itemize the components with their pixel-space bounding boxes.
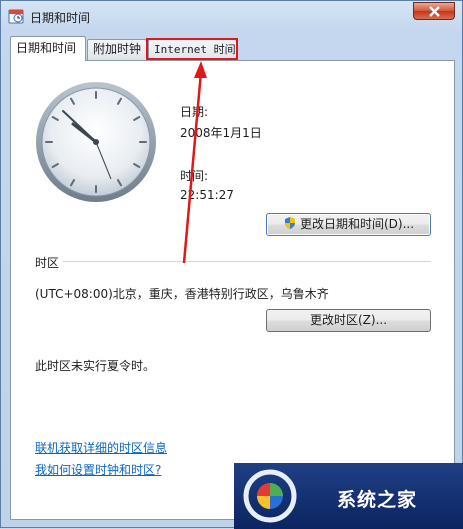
- timezone-section-label: 时区: [35, 254, 64, 271]
- date-time-dialog: 日期和时间 日期和时间 附加时钟 Internet 时间 日期: 2008年1月…: [0, 0, 463, 529]
- site-watermark: 系统之家: [234, 463, 463, 529]
- timezone-value: (UTC+08:00)北京，重庆，香港特别行政区，乌鲁木齐: [35, 287, 329, 301]
- help-link[interactable]: 我如何设置时钟和时区?: [35, 461, 161, 478]
- change-timezone-button[interactable]: 更改时区(Z)...: [266, 309, 431, 332]
- title-bar[interactable]: 日期和时间: [1, 1, 462, 31]
- window-title: 日期和时间: [30, 11, 91, 25]
- tab-panel: 日期: 2008年1月1日 时间: 22:51:27 更改日期和时间(D)...…: [10, 60, 455, 520]
- dst-note: 此时区未实行夏令时。: [35, 359, 156, 373]
- tab-additional-clocks[interactable]: 附加时钟: [87, 39, 147, 60]
- watermark-logo-icon: [243, 469, 297, 523]
- change-date-time-label: 更改日期和时间(D)...: [299, 217, 415, 231]
- close-button[interactable]: [413, 2, 455, 20]
- change-date-time-button[interactable]: 更改日期和时间(D)...: [266, 213, 431, 236]
- calendar-clock-icon: [8, 9, 24, 24]
- watermark-text: 系统之家: [337, 489, 418, 511]
- analog-clock-icon: [36, 82, 156, 202]
- uac-shield-icon: [284, 217, 295, 229]
- annotation-highlight-box: [146, 38, 238, 60]
- annotation-arrow: [182, 61, 207, 264]
- tab-date-time[interactable]: 日期和时间: [10, 36, 86, 61]
- timezone-info-link[interactable]: 联机获取详细的时区信息: [35, 439, 167, 456]
- timezone-divider: [61, 261, 431, 262]
- close-icon: [429, 6, 440, 17]
